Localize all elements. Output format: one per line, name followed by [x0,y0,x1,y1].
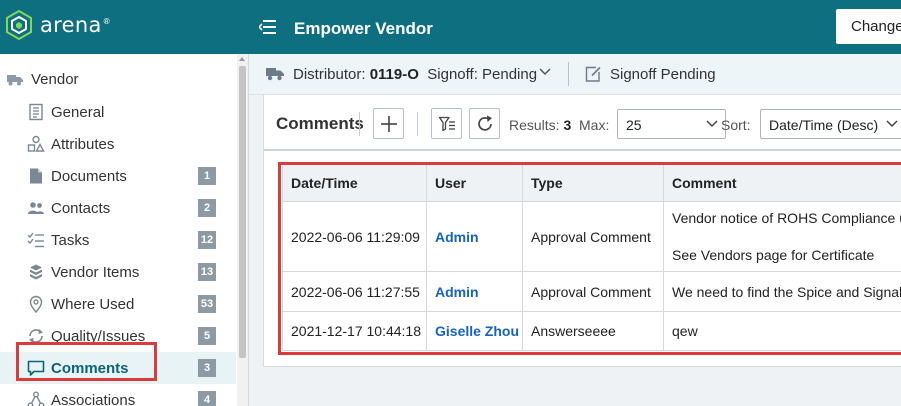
count-badge: 5 [198,327,216,345]
sidebar-item-where-used[interactable]: Where Used 53 [0,288,236,320]
map-pin-icon [29,295,43,313]
file-icon [30,168,42,184]
logo-text: arena® [40,13,111,37]
sidebar-item-associations[interactable]: Associations 4 [0,384,236,406]
chevron-down-icon[interactable] [539,68,551,76]
sidebar-item-label: Vendor Items [51,264,140,281]
count-badge: 2 [198,199,216,217]
arena-logo[interactable]: arena® [6,10,111,40]
sidebar-root-label: Vendor [31,71,79,88]
chevron-down-icon [706,120,718,128]
scroll-thumb[interactable] [239,66,246,358]
count-badge: 12 [198,231,216,249]
section-title: Comments [276,114,364,133]
hierarchy-icon [27,391,45,406]
checklist-icon [27,232,44,248]
comments-highlight-box [16,342,157,381]
sidebar-item-label: Attributes [51,136,115,153]
shapes-icon [27,135,45,152]
people-icon [28,202,44,214]
results-count: Results: 3 [509,117,572,133]
count-badge: 3 [198,359,216,377]
record-subheader: Distributor: 0119-O Signoff: Pending Sig… [249,54,901,95]
divider [359,112,360,136]
count-badge: 4 [198,391,216,406]
table-highlight-box [278,162,901,355]
document-list-icon [29,103,43,121]
sidebar-item-contacts[interactable]: Contacts 2 [0,192,236,224]
count-badge: 13 [198,263,216,281]
cubes-icon [30,264,42,280]
page-title: Empower Vendor [294,19,433,38]
scroll-up-icon[interactable] [239,57,245,61]
refresh-icon [478,115,492,131]
top-bar: arena® Empower Vendor Changes [0,0,901,54]
sidebar-item-general[interactable]: General [0,96,236,128]
sidebar-item-vendor-items[interactable]: Vendor Items 13 [0,256,236,288]
sidebar-item-attributes[interactable]: Attributes [0,128,236,160]
truck-icon [7,74,23,85]
sort-select[interactable]: Date/Time (Desc) [760,109,901,139]
chevron-down-icon [886,120,898,128]
truck-icon [266,68,284,81]
sidebar-item-label: General [51,104,105,121]
sidebar-item-label: Documents [51,168,127,185]
filter-button[interactable] [431,108,462,139]
sidebar-item-tasks[interactable]: Tasks 12 [0,224,236,256]
filter-icon [438,116,455,132]
refresh-button[interactable] [469,108,500,139]
menu-toggle-icon[interactable] [257,19,277,40]
signoff-status: Signoff: Pending [427,66,538,83]
changes-button[interactable]: Changes [836,9,901,44]
count-badge: 1 [198,167,216,185]
toolbar-separator [264,149,901,151]
distributor-info[interactable]: Distributor: 0119-O Signoff: Pending [293,66,537,83]
divider [568,62,569,86]
sidebar-item-label: Tasks [51,232,90,249]
sidebar-scrollbar[interactable] [237,54,248,406]
sidebar-item-label: Where Used [51,296,135,313]
max-results-select[interactable]: 25 [617,109,726,139]
max-label: Max: [579,117,610,133]
distributor-id: 0119-O [369,66,419,83]
edit-note-icon [585,66,601,82]
count-badge: 53 [198,295,216,313]
sidebar-item-documents[interactable]: Documents 1 [0,160,236,192]
sort-label: Sort: [721,117,751,133]
sidebar-item-label: Contacts [51,200,111,217]
signoff-pending-button[interactable]: Signoff Pending [610,66,716,83]
add-comment-button[interactable] [373,108,404,139]
arena-logo-icon [6,10,32,40]
sidebar-item-label: Associations [51,392,136,406]
plus-icon [381,116,397,132]
divider [417,112,418,136]
sidebar-root-vendor[interactable]: Vendor [7,71,79,88]
